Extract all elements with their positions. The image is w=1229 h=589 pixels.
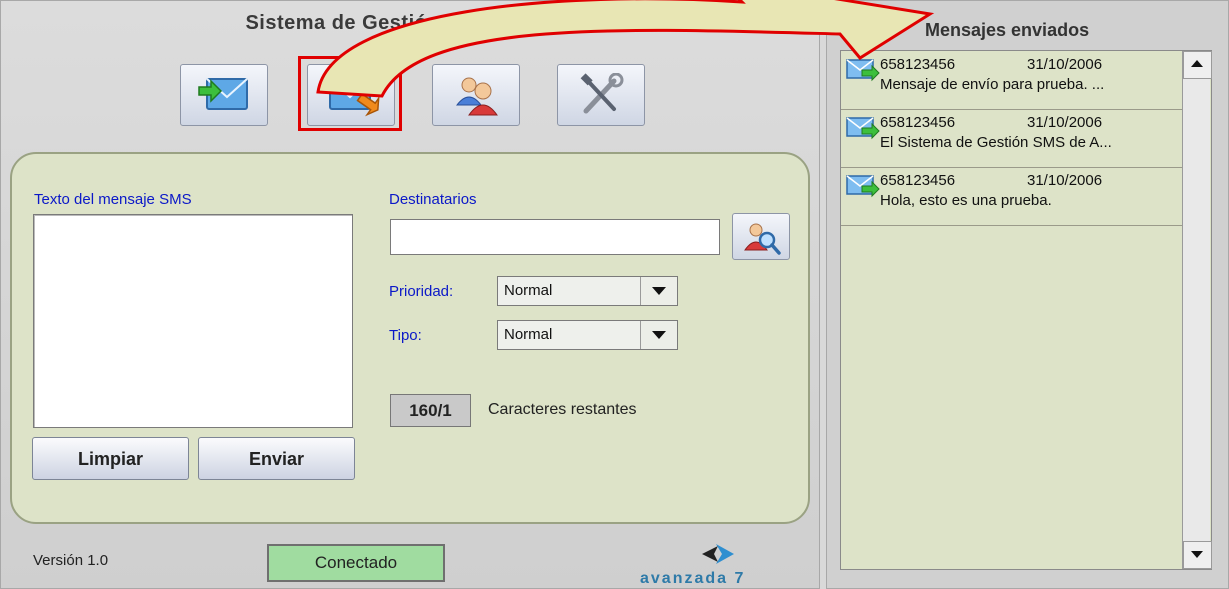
company-logo: avanzada 7 [640, 570, 746, 587]
search-contacts-icon [744, 223, 781, 255]
minimize-icon[interactable] [756, 24, 770, 27]
char-counter-label: Caracteres restantes [488, 401, 637, 418]
scroll-down-button[interactable] [1183, 541, 1212, 569]
recipients-input[interactable] [390, 219, 720, 255]
contacts-icon [455, 77, 498, 116]
message-date: 31/10/2006 [1027, 172, 1103, 189]
tools-icon [580, 73, 624, 114]
search-contacts-button[interactable] [732, 213, 790, 260]
message-date: 31/10/2006 [1027, 114, 1103, 131]
sent-mail-icon [846, 175, 880, 198]
contacts-button[interactable] [432, 64, 520, 126]
send-button[interactable]: Enviar [198, 437, 355, 480]
type-select[interactable]: Normal [497, 320, 678, 350]
clear-button[interactable]: Limpiar [32, 437, 189, 480]
send-button-highlight [298, 56, 402, 131]
type-label: Tipo: [389, 327, 422, 344]
message-label: Texto del mensaje SMS [34, 191, 192, 208]
scroll-up-button[interactable] [1183, 51, 1212, 79]
inbox-icon [198, 78, 248, 110]
char-counter: 160/1 [390, 394, 471, 427]
arrow-down-icon [1191, 551, 1203, 558]
message-number: 658123456 [880, 172, 956, 189]
settings-button[interactable] [557, 64, 645, 126]
sent-message-item[interactable]: 658123456 31/10/2006 Hola, esto es una p… [841, 167, 1186, 226]
priority-label: Prioridad: [389, 283, 454, 300]
sent-mail-icon [846, 117, 880, 140]
sent-messages-list: 658123456 31/10/2006 Mensaje de envío pa… [840, 50, 1212, 570]
sent-message-item[interactable]: 658123456 31/10/2006 Mensaje de envío pa… [841, 51, 1186, 110]
priority-value: Normal [504, 282, 553, 299]
type-value: Normal [504, 326, 553, 343]
type-dropdown-button[interactable] [640, 321, 677, 349]
message-preview: Hola, esto es una prueba. [880, 192, 1052, 209]
sent-messages-title: Mensajes enviados [925, 20, 1090, 40]
connection-status: Conectado [267, 544, 445, 582]
chevron-down-icon [652, 331, 666, 339]
priority-dropdown-button[interactable] [640, 277, 677, 305]
version-label: Versión 1.0 [33, 552, 109, 569]
message-number: 658123456 [880, 114, 956, 131]
sent-message-item[interactable]: 658123456 31/10/2006 El Sistema de Gesti… [841, 109, 1186, 168]
inbox-button[interactable] [180, 64, 268, 126]
message-number: 658123456 [880, 56, 956, 73]
sent-list-scrollbar[interactable] [1182, 51, 1212, 569]
app-title: Sistema de Gestión SMS Lite [245, 12, 535, 34]
message-preview: Mensaje de envío para prueba. ... [880, 76, 1105, 93]
message-date: 31/10/2006 [1027, 56, 1103, 73]
logo-arrow-icon [702, 544, 734, 564]
recipients-label: Destinatarios [389, 191, 477, 208]
chevron-down-icon [652, 287, 666, 295]
sent-mail-icon [846, 59, 880, 82]
message-preview: El Sistema de Gestión SMS de A... [880, 134, 1112, 151]
priority-select[interactable]: Normal [497, 276, 678, 306]
arrow-up-icon [1191, 60, 1203, 67]
message-textarea[interactable] [33, 214, 353, 428]
